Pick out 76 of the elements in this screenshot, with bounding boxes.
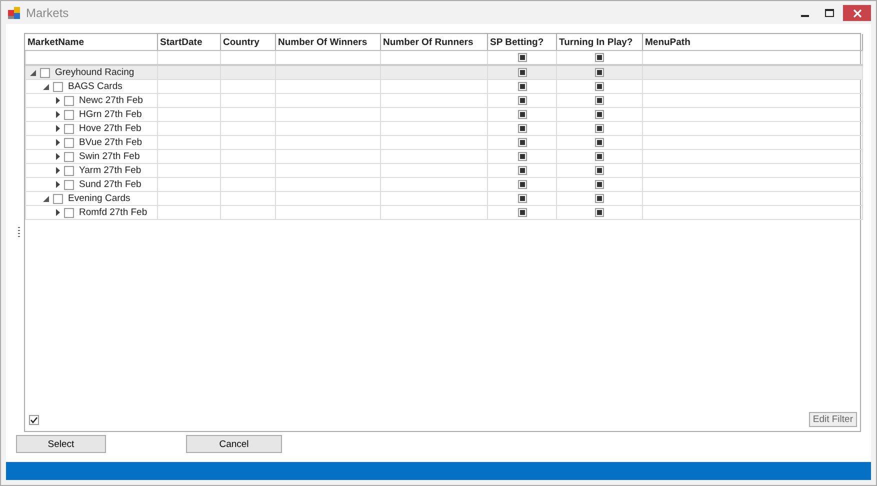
checkbox[interactable]: [64, 96, 74, 106]
expand-icon[interactable]: [56, 97, 60, 104]
checkbox[interactable]: [595, 194, 604, 203]
maximize-icon: [824, 9, 834, 17]
table-cell: [220, 150, 276, 164]
collapse-icon[interactable]: [30, 70, 36, 76]
checkbox[interactable]: [64, 166, 74, 176]
checkbox[interactable]: [595, 180, 604, 189]
table-cell: [220, 136, 276, 150]
column-header[interactable]: SP Betting?: [488, 34, 556, 50]
column-header[interactable]: Country: [220, 34, 276, 50]
column-header[interactable]: StartDate: [158, 34, 220, 50]
dialog-button[interactable]: Cancel: [186, 435, 282, 453]
checkbox[interactable]: [518, 124, 526, 133]
expand-icon[interactable]: [56, 153, 60, 160]
table-cell: [220, 164, 276, 178]
table-cell: [220, 192, 276, 206]
app-icon: [8, 6, 20, 18]
table-cell: [220, 108, 276, 122]
checkbox[interactable]: [64, 124, 74, 134]
expand-icon[interactable]: [56, 139, 60, 146]
checkbox[interactable]: [595, 124, 604, 133]
expand-icon[interactable]: [56, 209, 60, 216]
checkbox[interactable]: [518, 68, 526, 77]
collapse-icon[interactable]: [43, 196, 49, 202]
column-header[interactable]: Turning In Play?: [556, 34, 642, 50]
expand-icon[interactable]: [56, 167, 60, 174]
table-cell: [220, 94, 276, 108]
checkbox[interactable]: [53, 194, 63, 204]
dialog-button[interactable]: Select: [16, 435, 106, 453]
window-title: Markets: [26, 6, 69, 20]
close-icon: [852, 8, 862, 18]
checkbox[interactable]: [518, 152, 526, 161]
checkbox[interactable]: [518, 180, 526, 189]
checkbox[interactable]: [64, 152, 74, 162]
checkbox[interactable]: [595, 110, 604, 119]
checkbox[interactable]: [64, 180, 74, 190]
expand-icon[interactable]: [56, 111, 60, 118]
checkbox[interactable]: [518, 96, 526, 105]
column-header[interactable]: Number Of Runners: [380, 34, 488, 50]
table-cell: [220, 206, 276, 220]
table-cell: [220, 80, 276, 94]
checkbox[interactable]: [595, 68, 604, 77]
checkbox[interactable]: [518, 110, 526, 119]
checkbox[interactable]: [53, 82, 63, 92]
expand-icon[interactable]: [56, 181, 60, 188]
column-header[interactable]: MarketName: [26, 34, 158, 50]
checkbox[interactable]: [595, 152, 604, 161]
checkbox[interactable]: [64, 138, 74, 148]
column-header[interactable]: Number Of Winners: [276, 34, 380, 50]
checkbox[interactable]: [518, 52, 526, 62]
checkbox[interactable]: [40, 68, 50, 78]
checkbox[interactable]: [64, 208, 74, 218]
splitter-handle[interactable]: [18, 227, 20, 239]
column-header[interactable]: MenuPath: [642, 34, 862, 50]
table-cell: [220, 122, 276, 136]
checkbox[interactable]: [518, 82, 526, 91]
checkbox[interactable]: [518, 138, 526, 147]
checkbox[interactable]: [518, 166, 526, 175]
checkbox[interactable]: [518, 194, 526, 203]
table-cell: [220, 178, 276, 192]
checkbox[interactable]: [595, 82, 604, 91]
checkbox[interactable]: [595, 208, 604, 217]
close-button[interactable]: [843, 5, 871, 21]
check-icon: [30, 416, 38, 424]
checkbox[interactable]: [595, 166, 604, 175]
expand-icon[interactable]: [56, 125, 60, 132]
table-cell: [220, 65, 276, 80]
checkbox[interactable]: [518, 208, 526, 217]
checkbox[interactable]: [29, 414, 39, 424]
checkbox[interactable]: [595, 96, 604, 105]
checkbox[interactable]: [595, 138, 604, 147]
collapse-icon[interactable]: [43, 84, 49, 90]
checkbox[interactable]: [595, 52, 604, 62]
checkbox[interactable]: [64, 110, 74, 120]
edit-filter-button[interactable]: Edit Filter: [808, 412, 857, 427]
